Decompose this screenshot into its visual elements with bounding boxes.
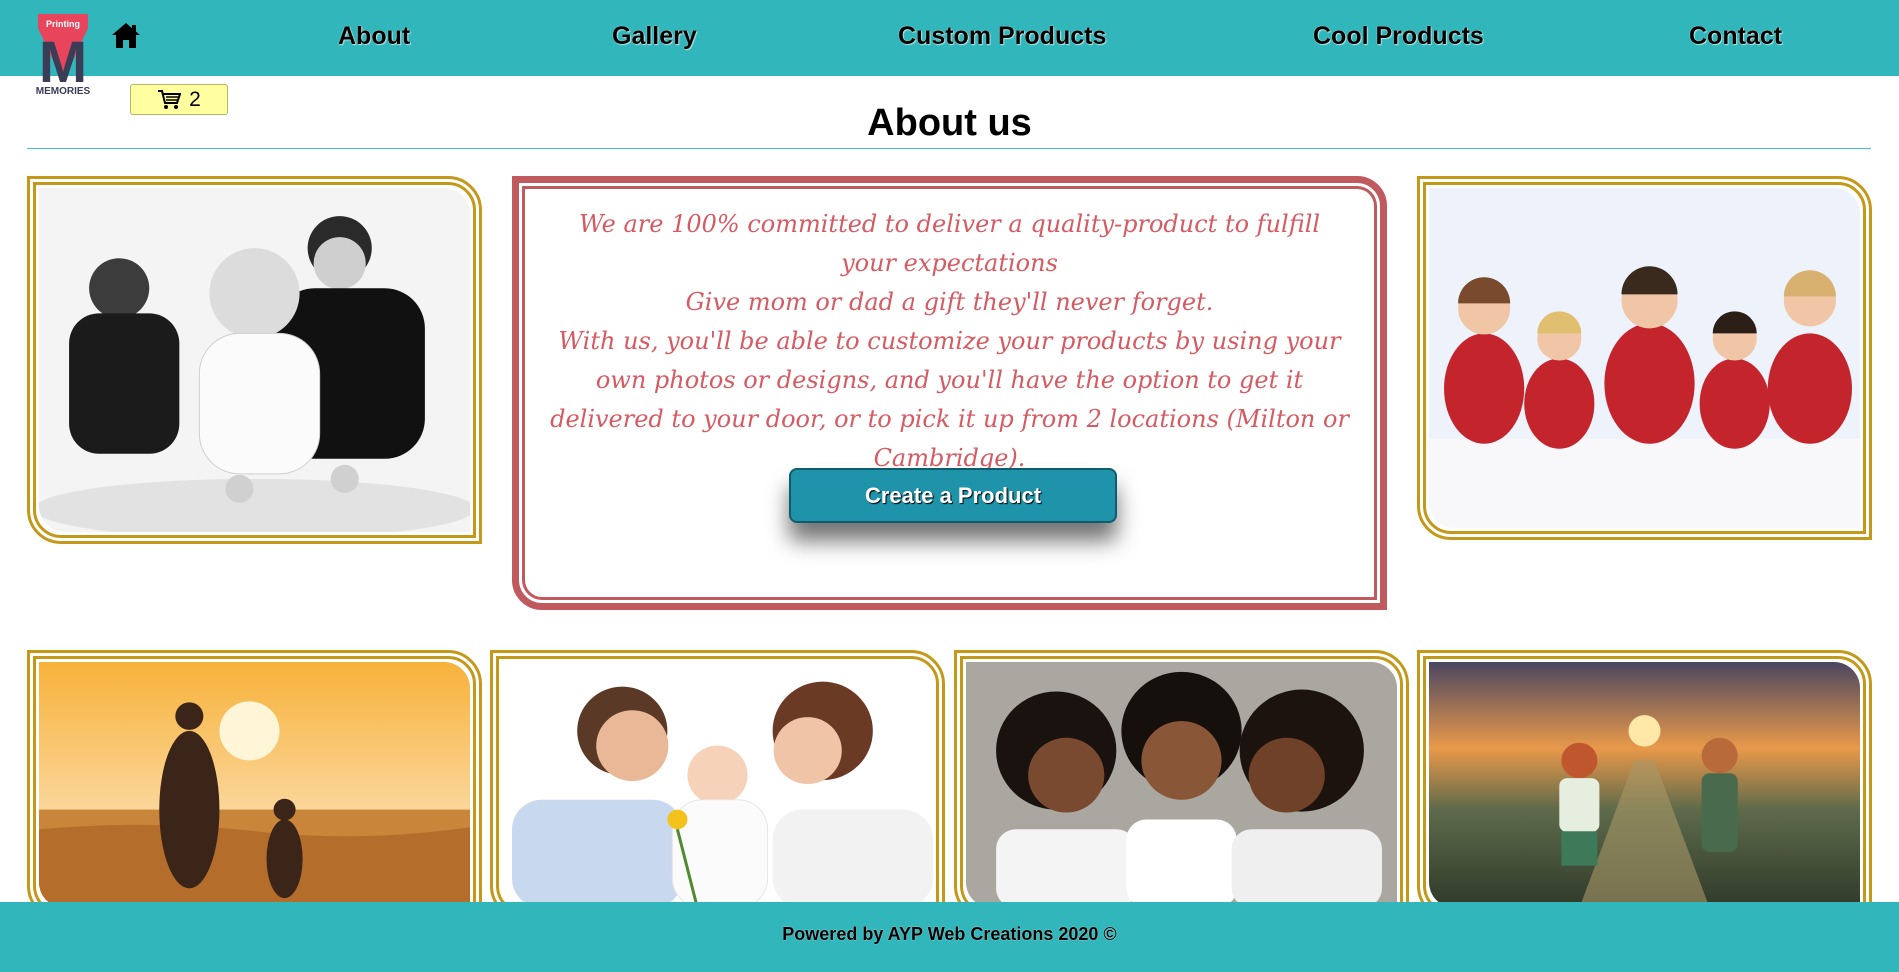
gallery-image-3	[27, 650, 482, 920]
home-icon	[112, 23, 140, 48]
children-sunset-image	[1429, 662, 1860, 908]
create-product-button[interactable]: Create a Product	[789, 468, 1117, 523]
logo-bottom-text: MEMORIES	[36, 86, 91, 96]
beach-sunset-image	[39, 662, 470, 908]
nav-contact[interactable]: Contact	[1689, 18, 1782, 54]
title-divider	[27, 148, 1871, 149]
gallery-image-1	[27, 176, 482, 544]
footer-credit: Powered by AYP Web Creations 2020 ©	[782, 924, 1117, 944]
page-title: About us	[867, 102, 1032, 144]
gallery-image-6	[1417, 650, 1872, 920]
gallery-image-2	[1417, 176, 1872, 540]
logo-top-text: Printing	[46, 19, 80, 29]
about-text: We are 100% committed to deliver a quali…	[549, 205, 1350, 478]
parents-baby-image	[502, 662, 933, 908]
nav-about[interactable]: About	[338, 18, 410, 54]
about-panel: We are 100% committed to deliver a quali…	[512, 176, 1387, 610]
nav-gallery[interactable]: Gallery	[612, 18, 697, 54]
family-photo-bw-image	[39, 188, 470, 532]
three-women-image	[966, 662, 1397, 908]
about-line-3: With us, you'll be able to customize you…	[550, 327, 1349, 472]
nav-cool-products[interactable]: Cool Products	[1313, 18, 1484, 54]
gallery-image-5	[954, 650, 1409, 920]
gallery-image-4	[490, 650, 945, 920]
family-red-shirts-image	[1429, 188, 1860, 528]
brand-logo[interactable]: Printing M MEMORIES	[32, 10, 94, 97]
about-line-1: We are 100% committed to deliver a quali…	[578, 210, 1321, 277]
about-line-2: Give mom or dad a gift they'll never for…	[685, 288, 1214, 316]
home-link[interactable]	[110, 20, 142, 50]
site-footer: Powered by AYP Web Creations 2020 ©	[0, 902, 1899, 972]
nav-custom-products[interactable]: Custom Products	[898, 18, 1106, 54]
top-nav-bar: Printing M MEMORIES About Gallery Custom…	[0, 0, 1899, 97]
